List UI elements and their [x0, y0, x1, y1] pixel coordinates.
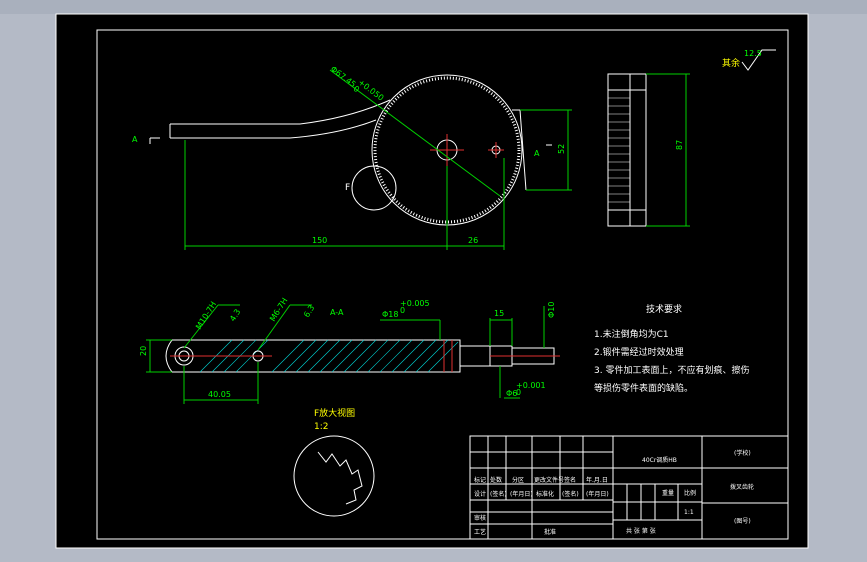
dim-15: 15 — [494, 309, 504, 318]
tb-scale-value: 1:1 — [684, 509, 694, 516]
tb-part-name: 拨叉齿轮 — [730, 483, 754, 491]
detail-mark: F — [345, 183, 350, 193]
dim-6-tol-bot: 0 — [516, 388, 521, 397]
dim-dia: Φ67.45 — [329, 64, 358, 89]
tb-drawing-no: (图号) — [734, 518, 751, 525]
inner-frame — [96, 29, 789, 540]
tb-r-count: 处数 — [490, 476, 502, 484]
fork-arm-bottom — [170, 119, 377, 139]
tech-title: 技术要求 — [646, 303, 682, 315]
tb-weight-label: 重量 — [662, 489, 674, 497]
tb-school: (学校) — [734, 449, 751, 457]
section-mark-right: A — [534, 149, 540, 158]
detail-title: F放大视图 — [314, 407, 355, 419]
detail-scale: 1:2 — [314, 422, 328, 432]
tb-r-review: 审核 — [474, 514, 486, 522]
detail-circle-outline — [293, 435, 375, 517]
tb-r-std: 标准化 — [536, 490, 554, 498]
tech-line4: 等损伤零件表面的缺陷。 — [594, 382, 693, 394]
tb-r-design: 设计 — [474, 490, 486, 498]
tb-r-ymd2: (年月日) — [586, 490, 609, 498]
cad-drawing-canvas: F A A Φ67.45 +0.050 0 150 26 52 87 其余 12… — [55, 13, 809, 549]
fork-arm-top — [170, 99, 391, 125]
tb-scale-label: 比例 — [684, 489, 696, 497]
side-view: 87 其余 12.5 — [607, 49, 776, 227]
tech-line1: 1.未注倒角均为C1 — [594, 328, 669, 340]
dim-87: 87 — [675, 140, 684, 150]
thread1-depth: 4.3 — [228, 307, 242, 323]
hub — [459, 345, 491, 367]
tb-r-mark: 标记 — [474, 476, 486, 484]
dim-26: 26 — [468, 236, 478, 245]
tb-r-ymd: (年月日) — [510, 490, 533, 498]
title-block: 40Cr调质HB (学校) 拨叉齿轮 (图号) 重量 比例 1:1 共 张 第 … — [469, 435, 789, 540]
tb-material: 40Cr调质HB — [642, 456, 677, 464]
dim-150: 150 — [312, 236, 327, 245]
detail-gear-teeth — [317, 451, 363, 505]
tb-r-approve: 批准 — [544, 528, 556, 536]
tech-line3: 3. 零件加工表面上，不应有划痕、擦伤 — [594, 364, 749, 376]
tb-r-sign: 签名 — [564, 476, 576, 484]
detail-circle — [351, 165, 397, 211]
dim-10: Φ10 — [547, 302, 556, 318]
section-view: A-A M10-7H 4.3 M6-7H 6.3 Φ18 +0.005 0 15… — [139, 296, 560, 404]
dim-18: Φ18 — [382, 310, 398, 319]
tb-r-zone: 分区 — [512, 476, 524, 484]
tb-sheet-info: 共 张 第 张 — [626, 527, 656, 535]
dim-18-tol-bot: 0 — [400, 306, 405, 315]
detail-view: F放大视图 1:2 — [293, 407, 375, 517]
section-mark-left: A — [132, 135, 138, 144]
tb-r-signname2: (签名) — [562, 490, 579, 498]
roughness-value: 12.5 — [744, 49, 762, 58]
section-title: A-A — [330, 308, 344, 317]
dim-dia-tol-top: +0.050 — [356, 78, 385, 103]
thread1: M10-7H — [194, 300, 218, 331]
main-view: F A A Φ67.45 +0.050 0 150 26 52 — [132, 64, 572, 250]
dim-52: 52 — [557, 144, 566, 154]
tb-r-process: 工艺 — [474, 528, 486, 536]
tech-requirements: 技术要求 1.未注倒角均为C1 2.锻件需经过时效处理 3. 零件加工表面上，不… — [594, 303, 749, 394]
dim-40: 40.05 — [208, 390, 231, 399]
tb-r-doc: 更改文件号 — [534, 476, 564, 484]
tb-r-date: 年.月.日 — [586, 476, 608, 484]
thread2-depth: 6.3 — [302, 303, 316, 319]
dim-20: 20 — [139, 346, 148, 356]
tech-line2: 2.锻件需经过时效处理 — [594, 346, 684, 358]
roughness-note: 其余 — [722, 57, 740, 69]
gear-side-outline — [607, 73, 647, 227]
tb-r-signname: (签名) — [490, 490, 507, 498]
